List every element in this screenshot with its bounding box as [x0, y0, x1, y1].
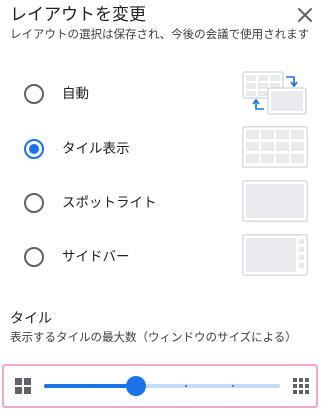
dialog-title: レイアウトを変更: [10, 5, 146, 25]
slider-tick: [91, 385, 93, 387]
tiled-layout-icon: [242, 126, 308, 168]
radio-auto[interactable]: [24, 84, 44, 104]
layout-label-tiled: タイル表示: [62, 141, 130, 157]
layout-option-auto[interactable]: 自動: [0, 68, 324, 122]
layout-label-sidebar: サイドバー: [62, 249, 130, 265]
large-grid-icon: [292, 377, 310, 395]
tiles-description: 表示するタイルの最大数（ウィンドウのサイズによる）: [10, 330, 297, 344]
small-grid-icon: [14, 377, 32, 395]
radio-spotlight[interactable]: [24, 193, 44, 213]
slider-handle[interactable]: [126, 376, 146, 396]
slider-tick: [232, 385, 234, 387]
layout-label-spotlight: スポットライト: [62, 195, 157, 211]
close-icon[interactable]: [293, 3, 317, 27]
spotlight-layout-icon: [242, 180, 308, 222]
dialog-subtitle: レイアウトの選択は保存され、今後の会議で使用されます: [10, 27, 310, 41]
tiles-slider-container: [2, 364, 318, 408]
layout-option-tiled[interactable]: タイル表示: [0, 123, 324, 177]
tiles-slider[interactable]: [44, 376, 280, 396]
layout-option-sidebar[interactable]: サイドバー: [0, 231, 324, 285]
radio-sidebar[interactable]: [24, 247, 44, 267]
slider-fill: [44, 384, 136, 388]
slider-tick: [185, 385, 187, 387]
tiles-title: タイル: [10, 311, 52, 327]
dialog-header: レイアウトを変更 レイアウトの選択は保存され、今後の会議で使用されます: [10, 0, 314, 60]
radio-tiled[interactable]: [24, 139, 44, 159]
sidebar-layout-icon: [242, 234, 308, 276]
layout-option-spotlight[interactable]: スポットライト: [0, 177, 324, 231]
layout-label-auto: 自動: [62, 86, 89, 102]
auto-layout-icon: [242, 71, 307, 115]
